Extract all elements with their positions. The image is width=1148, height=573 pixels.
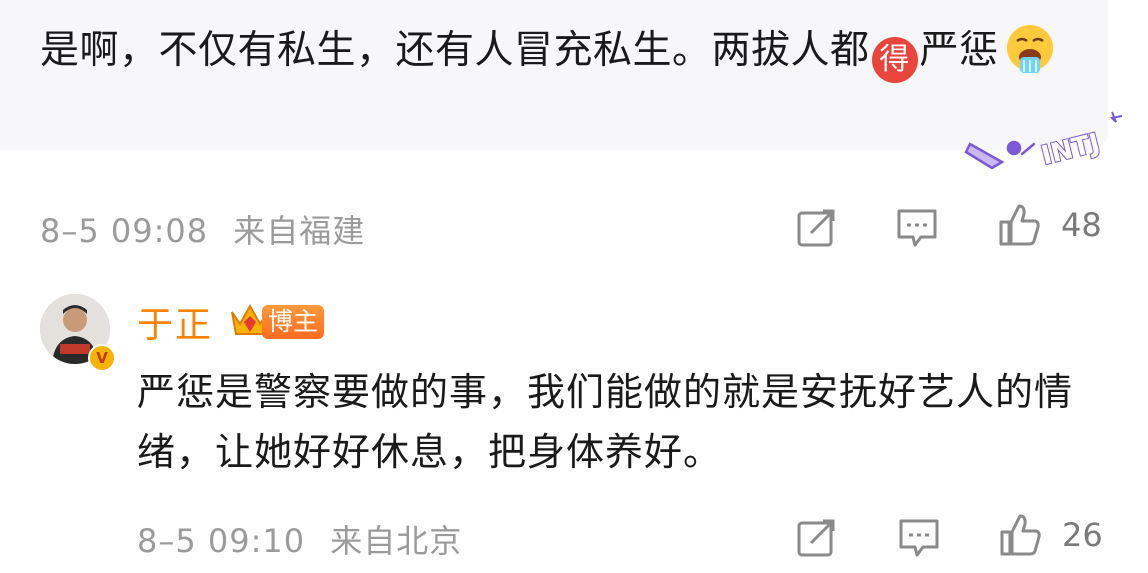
comment-location: 来自福建 <box>233 212 366 250</box>
reply-text: 严惩是警察要做的事，我们能做的就是安抚好艺人的情绪，让她好好休息，把身体养好。 <box>137 370 1074 474</box>
comment-text: 是啊，不仅有私生，还有人冒充私生。两拔人都得严惩 <box>40 22 1100 83</box>
comment-bubble: 是啊，不仅有私生，还有人冒充私生。两拔人都得严惩 INTJ <box>0 0 1123 172</box>
drooling-face-emoji-icon <box>1006 25 1053 73</box>
comment-time-value: 8–5 09:08 <box>40 212 209 250</box>
reply-time: 8–5 09:10 来自北京 <box>137 516 462 562</box>
comment-text-part1: 是啊，不仅有私生，还有人冒充私生。两拔人都 <box>40 28 870 73</box>
username[interactable]: 于正 <box>137 296 213 348</box>
like-count: 48 <box>1061 206 1102 244</box>
comment-text-part2: 严惩 <box>919 28 999 73</box>
sticker-text: INTJ <box>1038 128 1102 171</box>
verified-badge-icon: V <box>88 344 116 372</box>
like-icon[interactable] <box>998 512 1042 556</box>
comment-time: 8–5 09:08 来自福建 <box>40 206 365 252</box>
comment-icon[interactable] <box>895 205 939 249</box>
intj-sticker-icon: INTJ <box>964 111 1123 172</box>
share-icon[interactable] <box>795 515 839 559</box>
like-count: 26 <box>1062 516 1103 554</box>
share-icon[interactable] <box>795 205 839 249</box>
comment-icon[interactable] <box>897 515 941 559</box>
blogger-tag: 博主 <box>262 305 324 339</box>
de-badge-icon: 得 <box>871 37 918 83</box>
reply-location: 来自北京 <box>330 522 463 560</box>
reply-time-value: 8–5 09:10 <box>137 522 306 560</box>
like-icon[interactable] <box>997 202 1041 246</box>
